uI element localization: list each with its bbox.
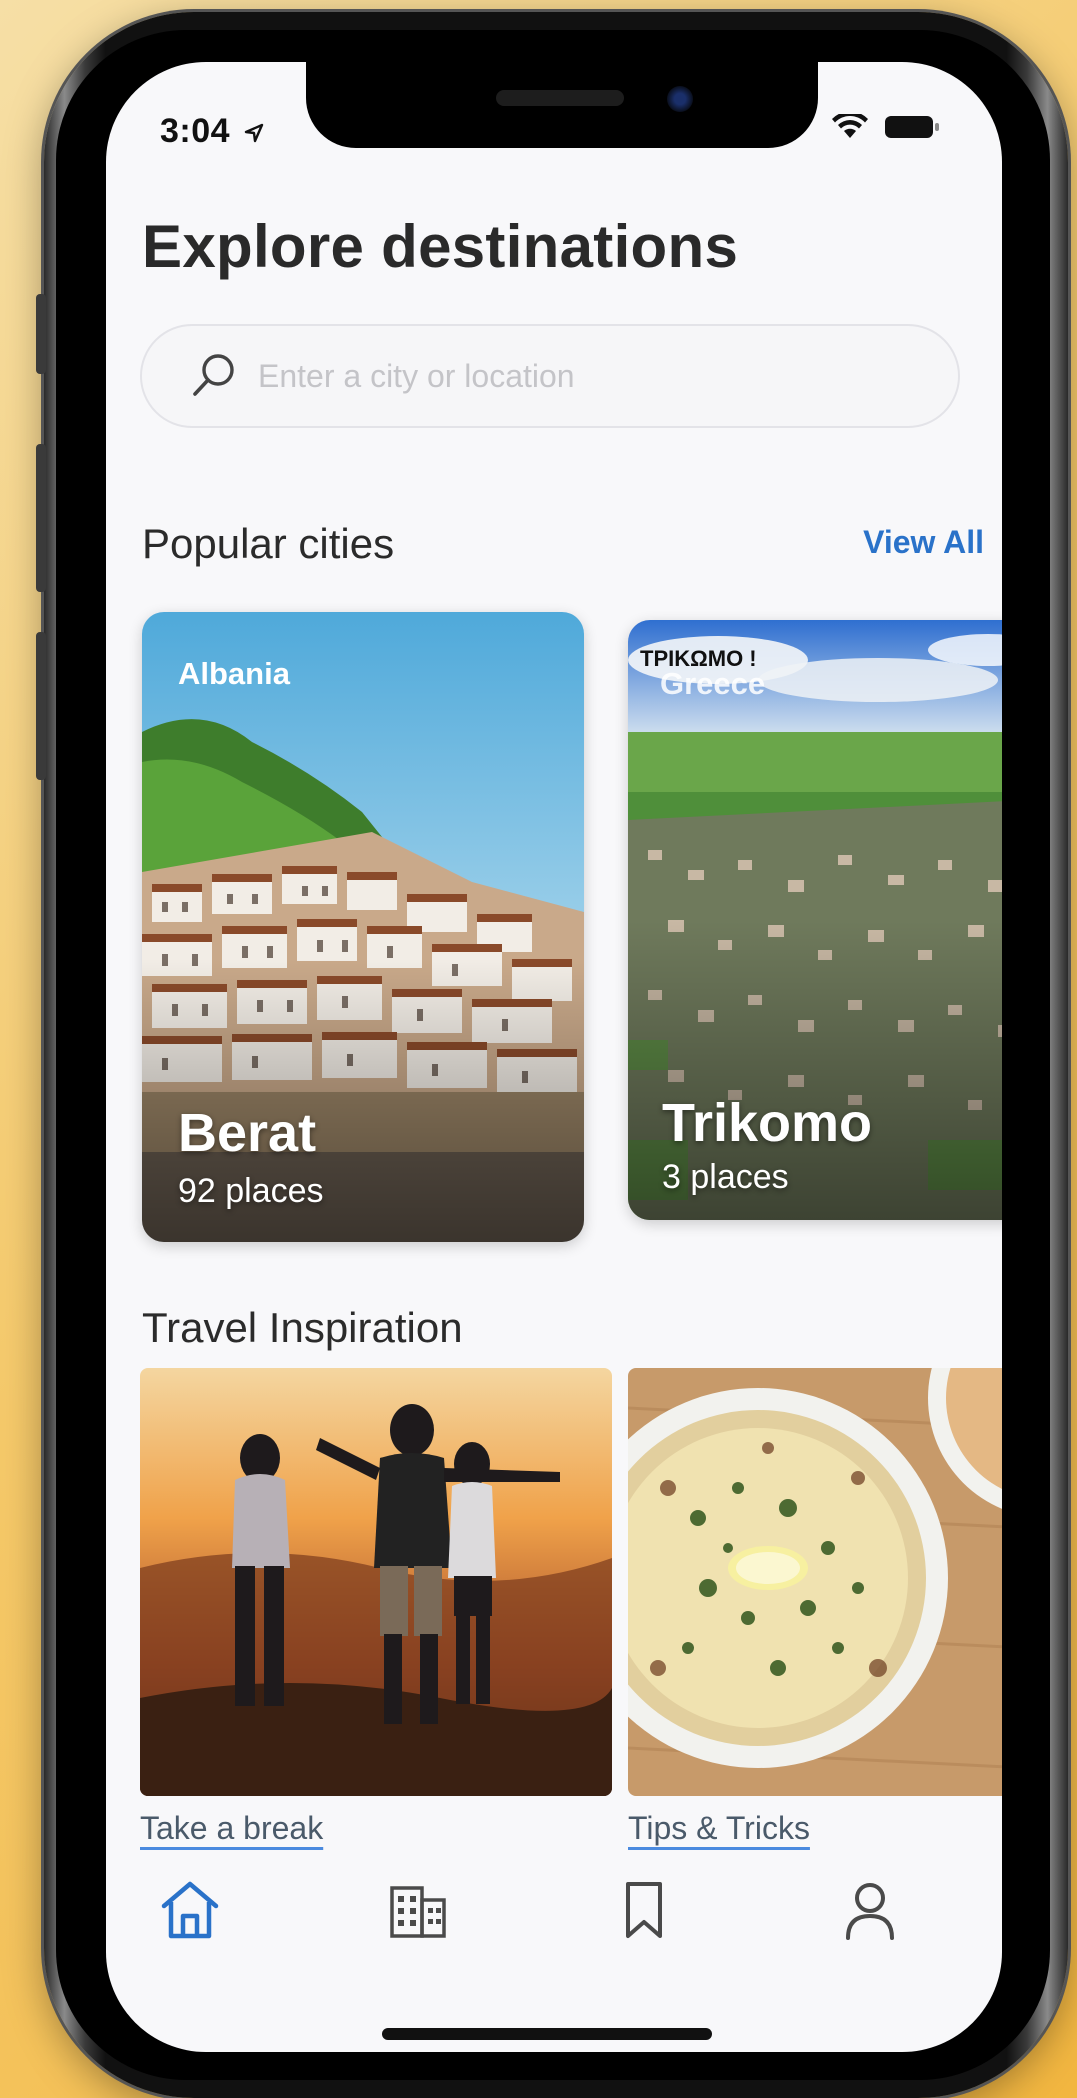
battery-icon — [885, 116, 939, 138]
home-indicator[interactable] — [382, 2028, 712, 2040]
phone-silent-switch — [36, 294, 46, 374]
view-all-link[interactable]: View All — [863, 524, 984, 561]
section-title-popular-cities: Popular cities — [142, 520, 395, 567]
front-camera — [667, 86, 693, 112]
bottom-tab-bar — [106, 1870, 1002, 1990]
building-icon — [390, 1886, 446, 1938]
tab-home[interactable] — [150, 1870, 230, 1950]
search-input[interactable] — [240, 356, 958, 396]
page-title: Explore destinations — [142, 213, 739, 280]
status-time-text: 3:04 — [160, 112, 231, 150]
take-a-break-photo — [140, 1368, 612, 1796]
tab-hotels[interactable] — [378, 1870, 458, 1950]
earpiece-speaker — [496, 90, 624, 106]
tab-profile[interactable] — [830, 1870, 910, 1950]
phone-volume-down — [36, 632, 46, 780]
inspiration-card-take-a-break[interactable] — [140, 1368, 612, 1796]
app-screen: 3:04 Explore destinations Popular cities… — [106, 62, 1002, 2052]
city-country-label: Greece — [660, 666, 766, 701]
inspiration-link-take-a-break[interactable]: Take a break — [140, 1810, 323, 1847]
search-bar[interactable] — [140, 324, 960, 428]
city-place-count: 92 places — [178, 1172, 324, 1210]
city-name: Berat — [178, 1103, 317, 1163]
phone-volume-up — [36, 444, 46, 592]
bookmark-icon — [626, 1882, 662, 1938]
inspiration-link-tips-tricks[interactable]: Tips & Tricks — [628, 1810, 810, 1847]
section-title-travel-inspiration: Travel Inspiration — [142, 1304, 463, 1351]
inspiration-card-tips-tricks[interactable] — [628, 1368, 1002, 1796]
profile-icon — [846, 1883, 894, 1940]
status-icons — [832, 114, 940, 140]
location-arrow-icon — [244, 123, 264, 143]
city-card-berat[interactable]: Albania Berat 92 places — [142, 612, 584, 1242]
home-icon — [161, 1881, 219, 1939]
notch — [306, 62, 818, 148]
status-time: 3:04 — [160, 112, 264, 151]
wifi-icon — [832, 114, 868, 138]
city-card-trikomo[interactable]: ΤΡΙΚΩΜΟ ! Greece Trikomo 3 places — [628, 620, 1002, 1220]
tips-tricks-photo — [628, 1368, 1002, 1796]
city-country-label: Albania — [178, 656, 290, 691]
search-icon — [193, 354, 234, 396]
city-name: Trikomo — [662, 1093, 873, 1153]
city-place-count: 3 places — [662, 1158, 789, 1196]
tab-saved[interactable] — [604, 1870, 684, 1950]
